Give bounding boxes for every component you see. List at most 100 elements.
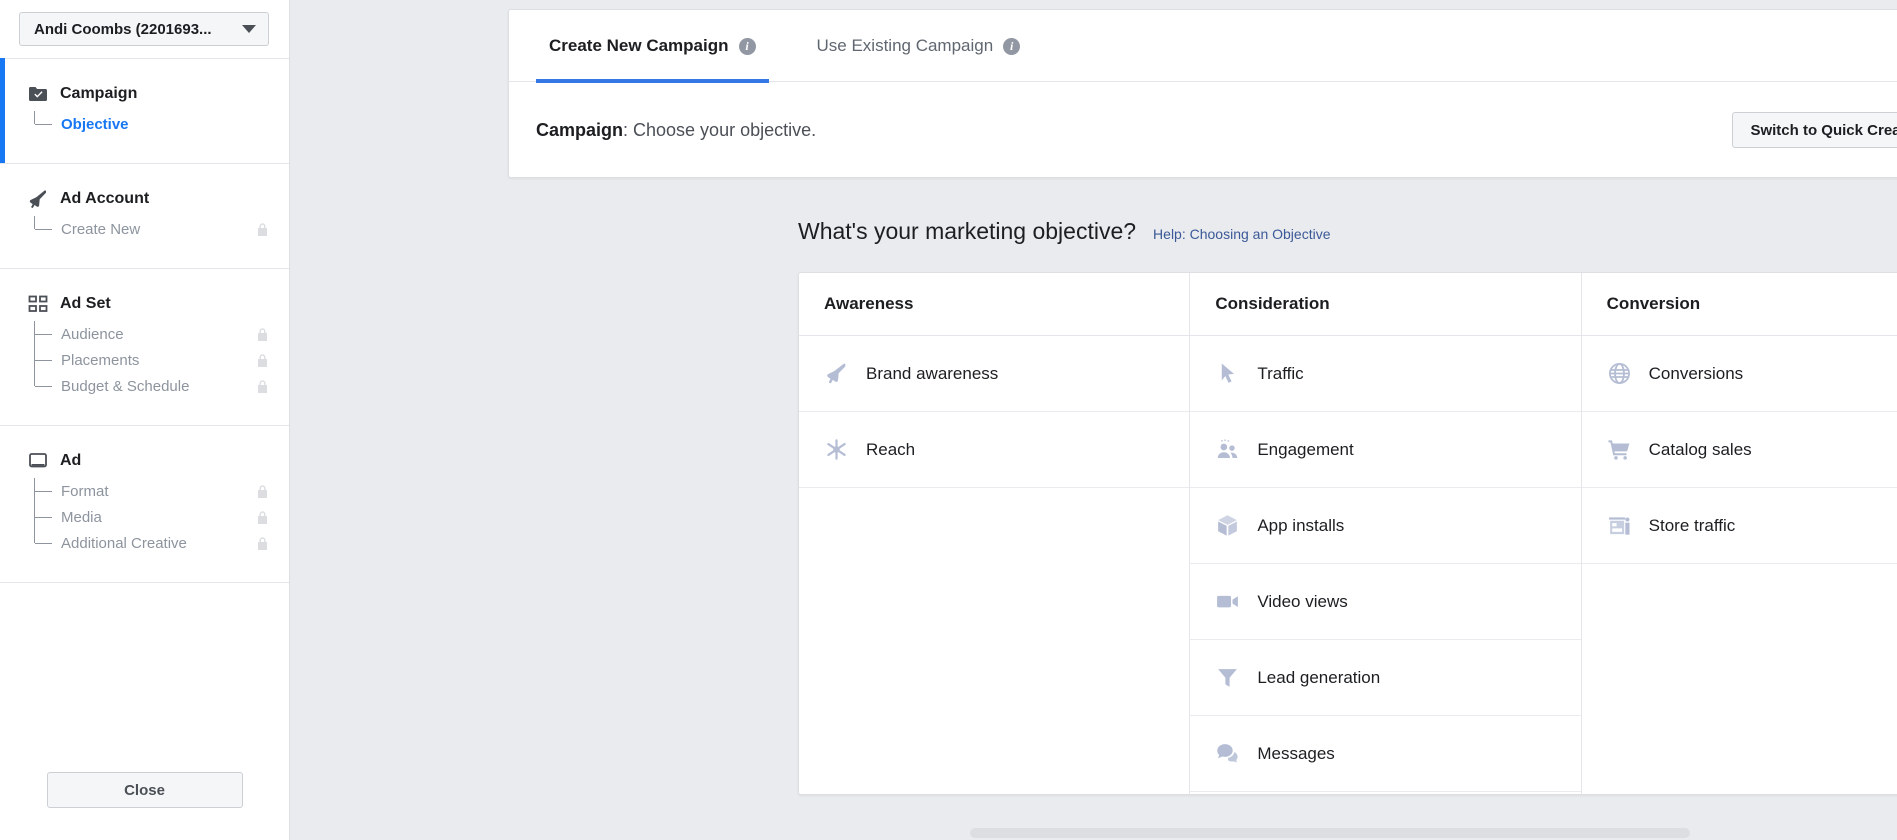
lock-icon (256, 484, 269, 499)
megaphone-icon (27, 188, 49, 210)
account-selector[interactable]: Andi Coombs (2201693... (19, 12, 269, 46)
horizontal-scrollbar[interactable] (290, 826, 1897, 840)
objective-option-lead-generation[interactable]: Lead generation (1190, 640, 1581, 716)
campaign-tabs: Create New Campaign i Use Existing Campa… (509, 10, 1897, 83)
ads-manager-campaign-creation: Andi Coombs (2201693... Campaign Objecti… (0, 0, 1897, 840)
sidebar-section-header-ad-set[interactable]: Ad Set (0, 293, 289, 315)
objective-column-conversion: Conversion Conversions Catalog sales Sto… (1581, 273, 1897, 794)
sidebar-item-additional-creative[interactable]: Additional Creative (34, 517, 289, 556)
checked-folder-icon (27, 83, 49, 105)
sidebar-item-budget-schedule[interactable]: Budget & Schedule (34, 360, 289, 399)
main-content: Create New Campaign i Use Existing Campa… (290, 0, 1897, 840)
column-header: Awareness (799, 273, 1190, 336)
objective-option-messages[interactable]: Messages (1190, 716, 1581, 792)
sidebar-item-create-new[interactable]: Create New (34, 216, 289, 242)
funnel-icon (1215, 665, 1240, 690)
column-header: Consideration (1190, 273, 1581, 336)
sidebar-item-audience[interactable]: Audience (34, 321, 289, 347)
objective-column-consideration: Consideration Traffic Engagement App ins… (1190, 273, 1582, 794)
lock-icon (256, 379, 269, 394)
sidebar-section-header-ad[interactable]: Ad (0, 450, 289, 472)
scrollbar-thumb[interactable] (970, 828, 1690, 838)
objective-option-label: Reach (866, 439, 916, 459)
storefront-icon (1607, 513, 1632, 538)
tab-label: Use Existing Campaign (816, 36, 994, 55)
objective-option-reach[interactable]: Reach (799, 412, 1190, 488)
objective-option-engagement[interactable]: Engagement (1190, 412, 1581, 488)
sidebar-item-objective[interactable]: Objective (34, 111, 289, 137)
sidebar-section-label: Ad Account (60, 190, 150, 207)
sidebar-sublist-campaign: Objective (0, 111, 289, 137)
objective-option-app-installs[interactable]: App installs (1190, 488, 1581, 564)
campaign-card: Create New Campaign i Use Existing Campa… (508, 9, 1897, 178)
sidebar-section-campaign: Campaign Objective (0, 58, 289, 163)
objective-option-video-views[interactable]: Video views (1190, 564, 1581, 640)
sidebar-section-ad: Ad Format Media Additional Creative (0, 425, 289, 582)
chat-bubbles-icon (1215, 741, 1240, 766)
sidebar-item-format[interactable]: Format (34, 478, 289, 504)
switch-to-quick-creation-button[interactable]: Switch to Quick Creation (1732, 112, 1897, 148)
objective-column-filler (799, 488, 1189, 794)
sidebar-section-ad-account: Ad Account Create New (0, 163, 289, 268)
account-selector-row: Andi Coombs (2201693... (0, 0, 289, 58)
people-icon (1215, 437, 1240, 462)
campaign-card-body: Campaign: Choose your objective. Switch … (509, 82, 1897, 178)
objective-option-label: Conversions (1648, 363, 1744, 383)
objective-option-label: Lead generation (1257, 667, 1381, 687)
monitor-icon (27, 450, 49, 472)
objective-option-conversions[interactable]: Conversions (1581, 336, 1897, 412)
tab-label: Create New Campaign (549, 36, 729, 55)
help-choosing-objective-link[interactable]: Help: Choosing an Objective (1153, 226, 1330, 242)
grid-squares-icon (27, 293, 49, 315)
lock-icon (256, 510, 269, 525)
sidebar-section-label: Ad Set (60, 295, 111, 312)
sidebar-sublist-ad: Format Media Additional Creative (0, 478, 289, 556)
lock-icon (256, 327, 269, 342)
megaphone-icon (824, 361, 849, 386)
sidebar-item-placements[interactable]: Placements (34, 334, 289, 373)
sidebar-item-label: Additional Creative (61, 534, 187, 552)
sidebar-item-label: Objective (61, 115, 129, 133)
sidebar-item-label: Audience (61, 325, 124, 343)
objective-option-label: Catalog sales (1648, 439, 1752, 459)
lock-icon (256, 222, 269, 237)
video-camera-icon (1215, 589, 1240, 614)
sidebar-item-label: Create New (61, 220, 141, 238)
tab-create-new-campaign[interactable]: Create New Campaign i (536, 10, 769, 83)
sidebar-section-header-campaign[interactable]: Campaign (0, 83, 289, 105)
info-icon[interactable]: i (1003, 37, 1021, 55)
chevron-down-icon (242, 25, 256, 33)
objective-option-label: Store traffic (1648, 515, 1736, 535)
sidebar-footer: Close (0, 772, 289, 840)
info-icon[interactable]: i (738, 37, 756, 55)
account-selector-label: Andi Coombs (2201693... (34, 20, 212, 38)
sidebar-divider (0, 582, 289, 772)
page-title: What's your marketing objective? (798, 218, 1137, 244)
campaign-objective-prompt: Campaign: Choose your objective. (536, 120, 816, 141)
campaign-prompt-rest: : Choose your objective. (623, 119, 817, 140)
sidebar-item-media[interactable]: Media (34, 491, 289, 530)
sidebar: Andi Coombs (2201693... Campaign Objecti… (0, 0, 290, 840)
objective-option-label: Brand awareness (866, 363, 999, 383)
lock-icon (256, 353, 269, 368)
tab-spacer (769, 10, 804, 81)
shopping-cart-icon (1607, 437, 1632, 462)
cube-box-icon (1215, 513, 1240, 538)
column-header: Conversion (1581, 273, 1897, 336)
sidebar-section-ad-set: Ad Set Audience Placements Budget & Sche… (0, 268, 289, 425)
objective-option-label: Video views (1257, 591, 1348, 611)
objective-option-brand-awareness[interactable]: Brand awareness (799, 336, 1190, 412)
sidebar-section-header-ad-account[interactable]: Ad Account (0, 188, 289, 210)
objectives-table: Awareness Brand awareness Reach Consider… (798, 272, 1897, 795)
marketing-objective-heading-row: What's your marketing objective? Help: C… (798, 218, 1330, 245)
tab-use-existing-campaign[interactable]: Use Existing Campaign i (804, 10, 1034, 82)
globe-icon (1607, 361, 1632, 386)
sidebar-item-label: Placements (61, 351, 140, 369)
close-button[interactable]: Close (46, 772, 243, 808)
objective-option-store-traffic[interactable]: Store traffic (1581, 488, 1897, 564)
sidebar-section-label: Campaign (60, 85, 138, 102)
sidebar-sublist-ad-account: Create New (0, 216, 289, 242)
objective-option-label: Traffic (1257, 363, 1304, 383)
objective-option-catalog-sales[interactable]: Catalog sales (1581, 412, 1897, 488)
objective-option-traffic[interactable]: Traffic (1190, 336, 1581, 412)
